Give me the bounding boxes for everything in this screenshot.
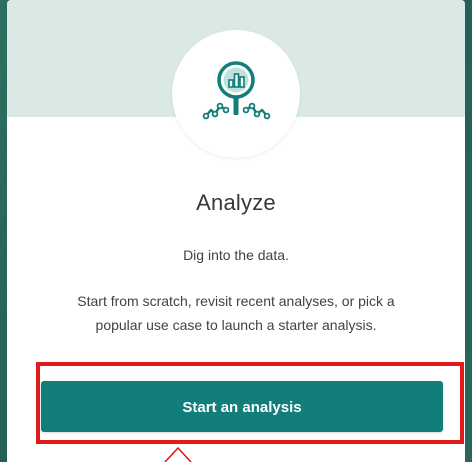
card-title: Analyze — [196, 190, 276, 215]
card-description: Start from scratch, revisit recent analy… — [37, 289, 435, 337]
analyze-icon-badge — [172, 30, 300, 158]
card-description-line: popular use case to launch a starter ana… — [95, 317, 377, 333]
start-analysis-button[interactable]: Start an analysis — [41, 381, 443, 432]
analyze-magnifier-chart-icon — [202, 61, 271, 120]
pointer-arrow-icon — [164, 446, 192, 462]
card-subtitle: Dig into the data. — [183, 247, 289, 263]
card-description-line: Start from scratch, revisit recent analy… — [77, 293, 395, 309]
